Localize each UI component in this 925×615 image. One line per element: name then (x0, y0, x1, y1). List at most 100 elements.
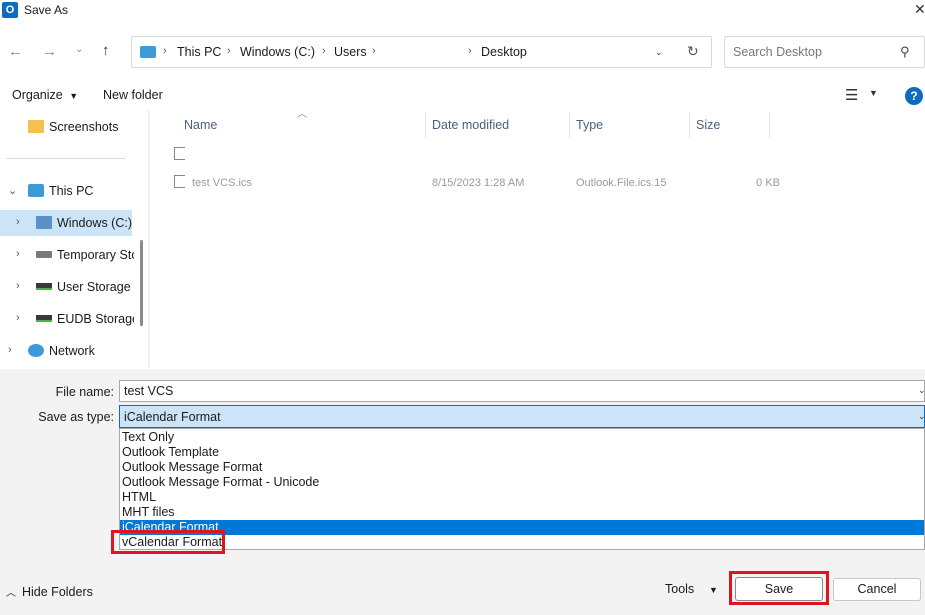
option-icalendar-format[interactable]: iCalendar Format (120, 520, 924, 535)
column-separator[interactable] (569, 112, 570, 138)
column-header-row: Name Date modified Type Size (150, 112, 925, 138)
save-as-type-options-list: Text Only Outlook Template Outlook Messa… (119, 428, 925, 550)
up-arrow-icon[interactable]: ↑ (102, 42, 110, 59)
file-type: Outlook.File.ics.15 (576, 177, 667, 189)
breadcrumb-users[interactable]: Users (334, 45, 367, 59)
network-drive-icon (36, 315, 52, 322)
file-name: test VCS.ics (192, 177, 252, 189)
new-folder-button[interactable]: New folder (103, 88, 163, 102)
sidebar-item-label: Windows (C:) (57, 216, 132, 230)
pane-divider (6, 158, 126, 159)
file-row-icon (174, 147, 185, 160)
cancel-button[interactable]: Cancel (833, 578, 921, 601)
file-name-dropdown-icon[interactable]: ⌄ (918, 385, 925, 396)
hide-folders-label: Hide Folders (22, 585, 93, 599)
breadcrumb-chevron-icon: › (227, 45, 231, 57)
save-as-type-select[interactable]: iCalendar Format ⌄ (119, 405, 925, 428)
tools-button[interactable]: Tools (665, 582, 694, 596)
file-name-value: test VCS (124, 384, 174, 398)
column-header-type[interactable]: Type (576, 118, 603, 132)
option-html[interactable]: HTML (120, 490, 924, 505)
file-icon (174, 175, 185, 188)
file-row[interactable]: test VCS.ics 8/15/2023 1:28 AM Outlook.F… (150, 172, 925, 194)
sidebar-item-label: This PC (49, 184, 94, 198)
sidebar-item-label: Screenshots (49, 120, 119, 134)
expanded-chevron-icon[interactable]: ⌄ (8, 184, 17, 197)
breadcrumb-desktop[interactable]: Desktop (481, 45, 527, 59)
collapsed-chevron-icon[interactable]: › (16, 280, 20, 292)
window-title: Save As (24, 3, 69, 17)
sidebar-item-this-pc[interactable]: ⌄ This PC (0, 178, 132, 204)
folder-icon (28, 120, 44, 133)
breadcrumb-chevron-icon: › (468, 45, 472, 57)
title-bar: O Save As ✕ (0, 0, 925, 22)
column-separator[interactable] (689, 112, 690, 138)
navigation-scrollbar[interactable] (140, 240, 143, 326)
option-outlook-message-format[interactable]: Outlook Message Format (120, 460, 924, 475)
network-drive-icon (36, 251, 52, 258)
sidebar-item-label: Network (49, 344, 95, 358)
column-header-size[interactable]: Size (696, 118, 720, 132)
pane-splitter[interactable] (148, 110, 150, 368)
help-icon[interactable]: ? (905, 87, 923, 105)
this-pc-icon (140, 46, 156, 58)
file-name-input[interactable]: test VCS ⌄ (119, 380, 925, 402)
option-text-only[interactable]: Text Only (120, 430, 924, 445)
view-dropdown-icon[interactable]: ▼ (869, 88, 878, 98)
sidebar-item-label: User Storage - (57, 280, 134, 294)
organize-label: Organize (12, 88, 63, 102)
sidebar-item-label: Temporary Sto (57, 248, 134, 262)
search-placeholder: Search Desktop (733, 45, 822, 59)
search-icon: ⚲ (900, 44, 910, 59)
outlook-app-icon: O (2, 2, 18, 18)
organize-button[interactable]: Organize ▼ (12, 88, 78, 102)
sidebar-item-user-storage[interactable]: › User Storage - (0, 274, 134, 300)
hide-folders-button[interactable]: ︿ Hide Folders (6, 584, 93, 599)
address-bar[interactable]: › This PC › Windows (C:) › Users › › Des… (131, 36, 712, 68)
file-name-label: File name: (55, 385, 114, 399)
address-dropdown-icon[interactable]: ⌄ (655, 47, 663, 58)
sidebar-item-screenshots[interactable]: Screenshots (0, 114, 132, 140)
sidebar-item-label: EUDB Storage (57, 312, 134, 326)
sidebar-item-eudb-storage[interactable]: › EUDB Storage (0, 306, 134, 332)
back-arrow-icon[interactable]: ← (8, 43, 23, 60)
sidebar-item-network[interactable]: › Network (0, 338, 132, 364)
collapsed-chevron-icon[interactable]: › (16, 248, 20, 260)
breadcrumb-this-pc[interactable]: This PC (177, 45, 221, 59)
collapsed-chevron-icon[interactable]: › (16, 216, 20, 228)
option-vcalendar-format[interactable]: vCalendar Format (120, 535, 924, 550)
save-button[interactable]: Save (735, 577, 823, 601)
network-icon (28, 344, 44, 357)
organize-dropdown-icon: ▼ (69, 91, 79, 101)
option-outlook-template[interactable]: Outlook Template (120, 445, 924, 460)
option-outlook-message-format-unicode[interactable]: Outlook Message Format - Unicode (120, 475, 924, 490)
close-icon[interactable]: ✕ (914, 1, 925, 18)
file-date: 8/15/2023 1:28 AM (432, 177, 525, 189)
refresh-icon[interactable]: ↻ (687, 43, 699, 60)
save-as-type-dropdown-icon[interactable]: ⌄ (918, 411, 925, 422)
sidebar-item-windows-c[interactable]: › Windows (C:) (0, 210, 132, 236)
option-mht-files[interactable]: MHT files (120, 505, 924, 520)
column-separator[interactable] (425, 112, 426, 138)
column-separator[interactable] (769, 112, 770, 138)
column-header-date-modified[interactable]: Date modified (432, 118, 509, 132)
column-header-name[interactable]: Name (184, 118, 217, 132)
forward-arrow-icon[interactable]: → (42, 43, 57, 60)
breadcrumb-chevron-icon: › (163, 45, 167, 57)
chevron-up-icon: ︿ (6, 588, 16, 599)
computer-icon (28, 184, 44, 197)
file-size: 0 KB (756, 177, 780, 189)
collapsed-chevron-icon[interactable]: › (8, 344, 12, 356)
tools-dropdown-icon[interactable]: ▼ (709, 585, 718, 595)
network-drive-icon (36, 283, 52, 290)
view-options-icon[interactable]: ☰ (845, 86, 858, 104)
save-as-type-value: iCalendar Format (124, 410, 221, 424)
recent-locations-chevron-icon[interactable]: ⌄ (75, 44, 83, 55)
drive-icon (36, 216, 52, 229)
breadcrumb-windows-c[interactable]: Windows (C:) (240, 45, 315, 59)
sidebar-item-temporary-storage[interactable]: › Temporary Sto (0, 242, 134, 268)
breadcrumb-chevron-icon: › (372, 45, 376, 57)
search-box[interactable]: Search Desktop ⚲ (724, 36, 925, 68)
save-as-type-label: Save as type: (38, 410, 114, 424)
collapsed-chevron-icon[interactable]: › (16, 312, 20, 324)
